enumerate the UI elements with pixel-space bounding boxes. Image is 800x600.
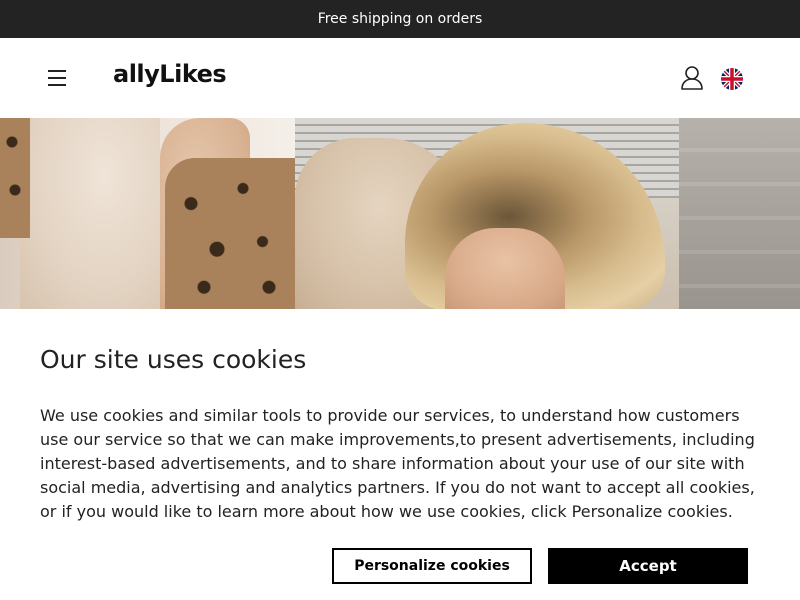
model-teddy-jacket-photo[interactable] — [295, 118, 679, 310]
personalize-cookies-button[interactable]: Personalize cookies — [332, 548, 532, 584]
cookie-description: We use cookies and similar tools to prov… — [40, 406, 755, 521]
site-header: allyLikes — [0, 38, 800, 118]
model-leopard-jacket-photo[interactable] — [0, 118, 295, 310]
site-logo[interactable]: allyLikes — [113, 60, 227, 88]
accept-cookies-button[interactable]: Accept — [548, 548, 748, 584]
announcement-text: Free shipping on orders — [317, 11, 483, 27]
model-partial-photo[interactable] — [679, 118, 800, 310]
announcement-bar: Free shipping on orders — [0, 0, 800, 38]
cookie-title: Our site uses cookies — [40, 345, 307, 374]
cookie-consent-banner: Our site uses cookies We use cookies and… — [0, 309, 800, 600]
hero-carousel[interactable] — [0, 118, 800, 310]
uk-flag-icon[interactable] — [721, 68, 743, 90]
hamburger-menu-icon[interactable] — [44, 66, 70, 90]
user-account-icon[interactable] — [679, 64, 705, 92]
